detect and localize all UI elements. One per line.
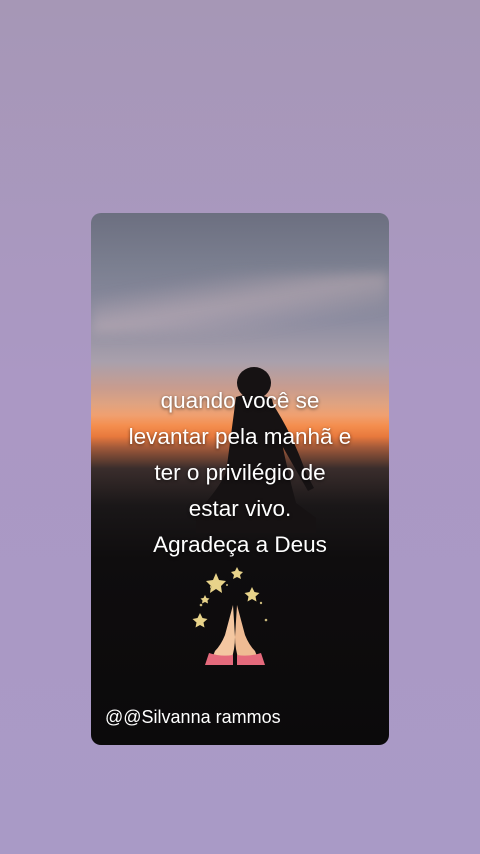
- quote-line: ter o privilégio de: [154, 460, 326, 485]
- quote-text: quando você se levantar pela manhã e ter…: [91, 383, 389, 563]
- author-handle: @@Silvanna rammos: [105, 707, 281, 727]
- praying-hands-icon: [192, 567, 268, 665]
- quote-line: quando você se: [160, 388, 320, 413]
- quote-line: levantar pela manhã e: [128, 424, 352, 449]
- sky-cloud: [91, 273, 389, 333]
- quote-line: Agradeça a Deus: [153, 532, 327, 557]
- quote-line: estar vivo.: [188, 496, 292, 521]
- quote-card: quando você se levantar pela manhã e ter…: [91, 213, 389, 745]
